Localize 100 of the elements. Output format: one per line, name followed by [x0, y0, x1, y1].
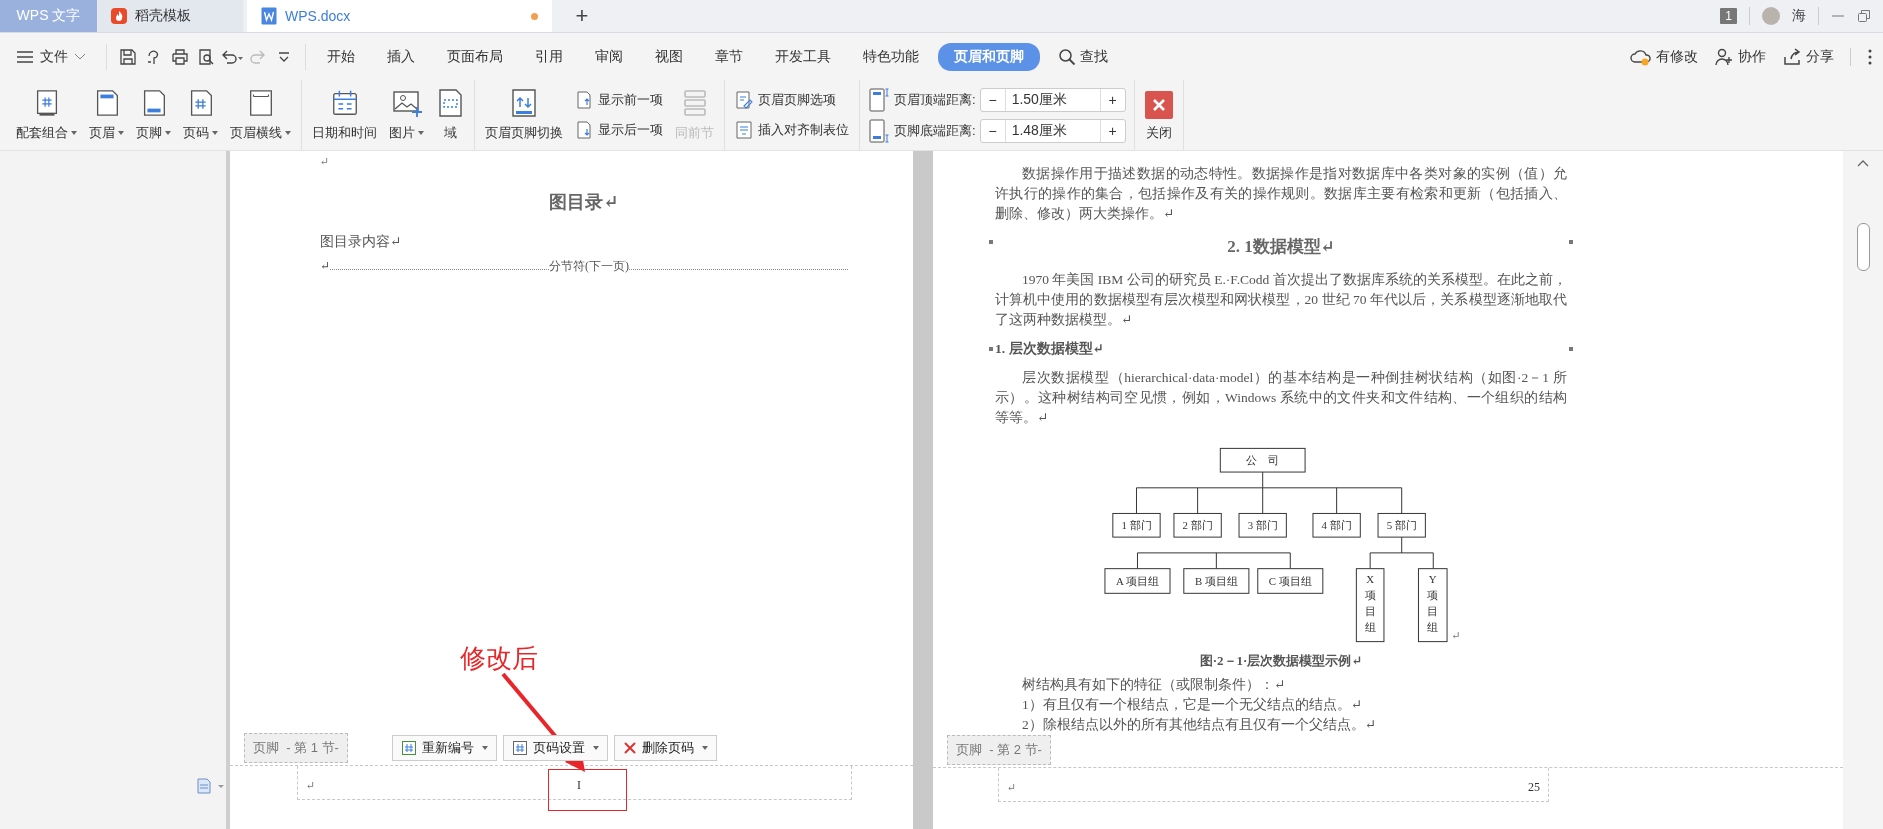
ribbon-tab[interactable]: 审阅 — [582, 43, 636, 70]
ribbon-button[interactable]: 插入对齐制表位 — [735, 120, 849, 140]
chart-node: 1 部门 — [1112, 512, 1162, 538]
page-top-icon — [868, 86, 890, 113]
paragraph: 图目录内容↵ — [320, 233, 403, 251]
spinner[interactable]: − 1.50厘米 + — [979, 87, 1126, 112]
increment-button[interactable]: + — [1100, 119, 1125, 142]
chart-node: X项目组 — [1356, 568, 1385, 643]
toolbar-button[interactable]: 分享 — [1782, 46, 1834, 67]
scroll-up-icon[interactable] — [1857, 159, 1869, 167]
paragraph-mark: ↵ — [1451, 628, 1461, 643]
ribbon-tab[interactable]: 引用 — [522, 43, 576, 70]
decrement-button[interactable]: − — [980, 88, 1005, 111]
ribbon-button[interactable]: 页眉页脚切换 — [479, 80, 569, 150]
annotation-text: 修改后 — [460, 642, 538, 675]
page-bottom-icon — [868, 117, 890, 144]
ribbon-tab[interactable]: 特色功能 — [850, 43, 932, 70]
footer-label: 页脚 - 第 2 节- — [947, 735, 1051, 765]
paragraph-mark: ↵ — [306, 778, 316, 793]
paragraph: 树结构具有如下的特征（或限制条件）：↵ — [1021, 676, 1287, 694]
chart-node: 4 部门 — [1312, 512, 1362, 538]
caret-icon — [481, 746, 488, 750]
chart-node: 3 部门 — [1238, 512, 1288, 538]
toolbar-button[interactable]: 有修改 — [1630, 46, 1698, 67]
footer-button[interactable]: 重新编号 — [391, 735, 497, 761]
paragraph-marker — [989, 347, 993, 351]
caret-icon — [701, 746, 708, 750]
chevron-icon — [74, 52, 86, 61]
ribbon-tab[interactable]: 章节 — [702, 43, 756, 70]
dashed-page-icon — [436, 87, 464, 119]
chart-node: Y项目组 — [1418, 568, 1448, 643]
page-hash-icon — [511, 740, 528, 756]
more-icon[interactable] — [1867, 47, 1873, 66]
document-tab[interactable]: 稻壳模板 — [97, 0, 243, 32]
ribbon-button[interactable]: 日期和时间 — [306, 80, 383, 150]
person-plus-icon — [1714, 46, 1734, 67]
page-up-icon — [575, 90, 593, 110]
page-down-icon — [575, 120, 593, 140]
section-heading: 2. 1数据模型↵ — [1226, 236, 1336, 258]
restore-icon[interactable] — [1857, 9, 1871, 23]
document-icon — [261, 7, 277, 25]
scroll-thumb[interactable] — [1856, 223, 1870, 271]
ribbon-button[interactable]: 关闭 — [1138, 80, 1179, 150]
toolbar-button[interactable]: 协作 — [1714, 46, 1766, 67]
decrement-button[interactable]: − — [980, 119, 1005, 142]
chart-node: 2 部门 — [1173, 512, 1223, 538]
value-field[interactable]: 1.48厘米 — [1004, 119, 1101, 142]
share-icon — [1782, 46, 1802, 67]
file-menu[interactable]: 文件 — [16, 47, 98, 66]
ribbon-button[interactable]: 页眉页脚选项 — [735, 90, 849, 110]
ribbon-button[interactable]: 页脚 — [130, 80, 177, 150]
ribbon-button[interactable]: 图片 — [383, 80, 430, 150]
ribbon-button[interactable]: 域 — [430, 80, 470, 150]
paragraph-marker — [1569, 240, 1573, 244]
new-tab-button[interactable]: + — [552, 0, 612, 32]
footer-area[interactable]: ↵ 25 — [998, 768, 1549, 802]
chart-node: 5 部门 — [1377, 512, 1427, 538]
paragraph-mark: ↵ — [320, 155, 330, 167]
section-break-label: 分节符(下一页) — [549, 258, 630, 275]
paragraph-mark: ↵ — [1007, 780, 1017, 795]
page-title: 图目录↵ — [548, 191, 620, 214]
footer-button[interactable]: 删除页码 — [613, 735, 717, 761]
ribbon-tab[interactable]: 页面布局 — [434, 43, 516, 70]
paragraph-marker — [989, 240, 993, 244]
chart-node: B 项目组 — [1183, 568, 1250, 594]
caret-icon — [592, 746, 599, 750]
user-name[interactable]: 海 — [1792, 7, 1806, 25]
field-label: 页脚底端距离: — [894, 121, 976, 140]
ribbon-button[interactable]: 配套组合 — [10, 80, 83, 150]
search-icon — [1058, 47, 1076, 66]
tab-label: WPS.docx — [285, 8, 351, 24]
ribbon-tab[interactable]: 开发工具 — [762, 43, 844, 70]
ribbon-tab[interactable]: 开始 — [314, 43, 368, 70]
chart-node: 公 司 — [1220, 447, 1306, 473]
paragraph: 2）除根结点以外的所有其他结点有且仅有一个父结点。↵ — [1021, 716, 1378, 734]
page-hash-icon — [400, 740, 417, 756]
increment-button[interactable]: + — [1100, 88, 1125, 111]
paragraph: 1970 年美国 IBM 公司的研究员 E.·F.Codd 首次提出了数据库系统的关系模型。在此之前，计算机中使用的数据模型有层次模型和网状模型，20 世纪 70 年代以后，关系模型逐渐地取代了这两种数据模型。↵ — [995, 271, 1567, 329]
page-pen-icon — [735, 90, 753, 110]
close-icon — [1144, 91, 1173, 119]
footer-button[interactable]: 页码设置 — [502, 735, 608, 761]
ribbon-tab[interactable]: 视图 — [642, 43, 696, 70]
field-label: 页眉顶端距离: — [894, 90, 976, 109]
search-button[interactable]: 查找 — [1058, 47, 1108, 66]
ribbon-button[interactable]: 显示后一项 — [575, 120, 663, 140]
subheading: 1. 层次数据模型↵ — [995, 340, 1105, 358]
ribbon-tab[interactable]: 插入 — [374, 43, 428, 70]
menu-icon — [16, 49, 34, 64]
ribbon-button[interactable]: 显示前一项 — [575, 90, 663, 110]
ribbon-button[interactable]: 页码 — [177, 80, 224, 150]
ribbon-button[interactable]: 页眉 — [83, 80, 130, 150]
document-tab[interactable]: WPS.docx — [247, 0, 552, 32]
paragraph: 1）有且仅有一个根结点，它是一个无父结点的结点。↵ — [1021, 696, 1364, 714]
spinner[interactable]: − 1.48厘米 + — [979, 118, 1126, 143]
paragraph-mark: ↵ — [320, 258, 331, 275]
page-lines-icon — [735, 120, 753, 140]
window-count-badge[interactable]: 1 — [1720, 8, 1737, 24]
ribbon-button[interactable]: 页眉横线 — [224, 80, 297, 150]
paragraph-marker — [1569, 347, 1573, 351]
value-field[interactable]: 1.50厘米 — [1004, 88, 1101, 111]
